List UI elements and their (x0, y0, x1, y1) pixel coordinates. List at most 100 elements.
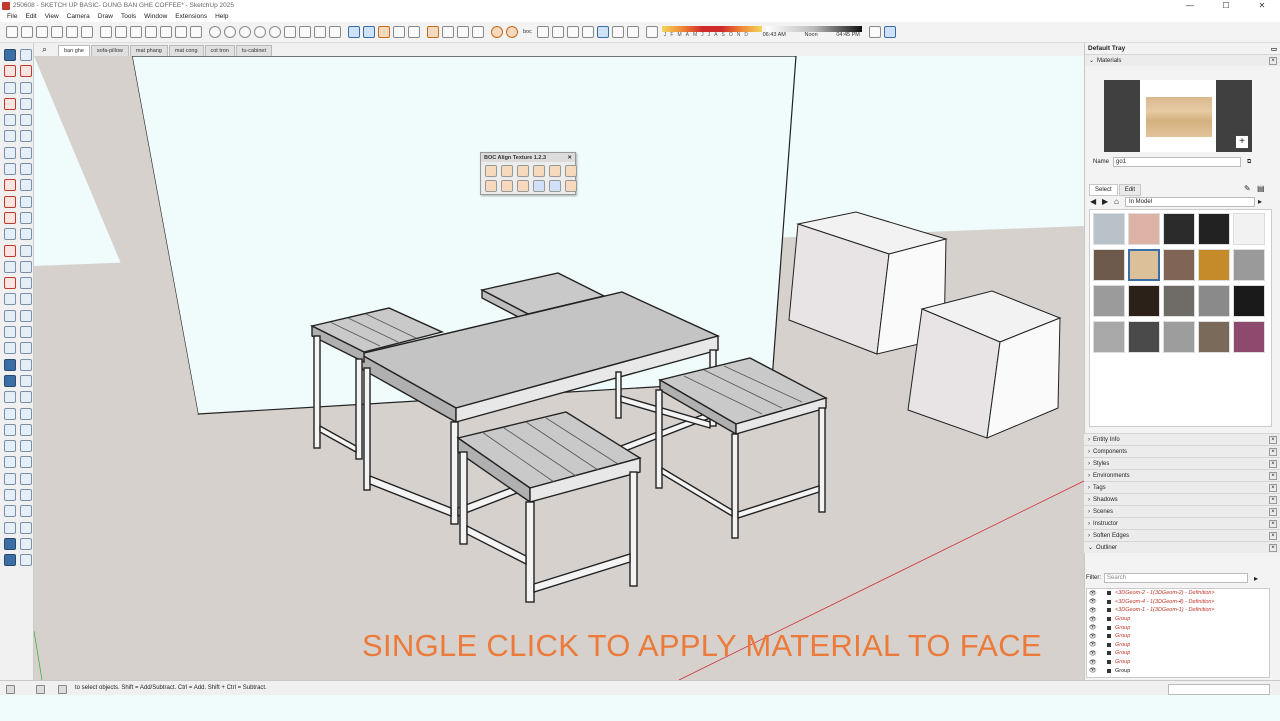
boc-sample-icon[interactable] (533, 180, 545, 192)
lock-icon[interactable] (328, 26, 341, 38)
smoove-icon[interactable] (20, 358, 32, 371)
tab-mat-cong[interactable]: mat cong (168, 45, 204, 56)
right-view-icon[interactable] (159, 26, 172, 38)
material-swatch[interactable] (1163, 285, 1195, 317)
visibility-eye-icon[interactable]: 👁 (1089, 598, 1097, 605)
stamp-icon[interactable] (4, 374, 16, 387)
model-viewport[interactable]: BOC Align Texture 1.2.3 ✕ SINGLE CLICK T… (34, 56, 1084, 680)
tray-pin-icon[interactable]: ▭ (1271, 45, 1277, 53)
zoom-extents-icon[interactable] (20, 309, 32, 322)
scenes-tool-icon[interactable] (20, 456, 32, 469)
section-tags[interactable]: › Tags × (1084, 481, 1280, 493)
arc-tool-icon[interactable] (50, 26, 63, 38)
measurements-box[interactable] (1168, 684, 1270, 695)
section-icon[interactable] (4, 277, 16, 290)
material-swatch[interactable] (1233, 321, 1265, 353)
visibility-eye-icon[interactable]: 👁 (1089, 659, 1097, 666)
tag-icon[interactable] (4, 81, 16, 94)
shadows-tool-icon[interactable] (20, 472, 32, 485)
add-detail-icon[interactable] (4, 391, 16, 404)
solid-subtract-icon[interactable] (223, 26, 236, 38)
pan-icon[interactable] (4, 293, 16, 306)
visibility-eye-icon[interactable]: 👁 (1089, 616, 1097, 623)
lasso-tool-icon[interactable] (20, 26, 33, 38)
outliner-search-input[interactable]: Search (1104, 573, 1248, 583)
material-icon[interactable] (426, 26, 439, 38)
pencil-icon[interactable] (35, 26, 48, 38)
menu-file[interactable]: File (3, 13, 21, 20)
outliner-row[interactable]: 👁 Group (1087, 649, 1269, 658)
menu-view[interactable]: View (41, 13, 63, 20)
visibility-eye-icon[interactable]: 👁 (1089, 624, 1097, 631)
plugin-icon[interactable] (505, 26, 518, 38)
material-swatch[interactable] (1163, 249, 1195, 281)
section-styles[interactable]: › Styles × (1084, 457, 1280, 469)
sample-icon[interactable] (456, 26, 469, 38)
collection-menu-icon[interactable]: ▸ (1258, 197, 1262, 206)
close-icon[interactable]: × (1269, 520, 1277, 528)
visibility-eye-icon[interactable]: 👁 (1089, 667, 1097, 674)
cloud-tool-icon[interactable] (20, 521, 32, 534)
zoom-icon[interactable] (471, 26, 484, 38)
boc-wood-icon[interactable] (485, 180, 497, 192)
section-instructor[interactable]: › Instructor × (1084, 517, 1280, 529)
close-icon[interactable]: × (1269, 496, 1277, 504)
boc-label[interactable]: boc (523, 29, 532, 35)
back-view-icon[interactable] (174, 26, 187, 38)
extension-a-icon[interactable] (4, 537, 16, 550)
paint-icon[interactable] (4, 65, 16, 78)
orbit-icon[interactable] (99, 26, 112, 38)
solid-split-icon[interactable] (268, 26, 281, 38)
hidden-line-icon[interactable] (567, 26, 580, 38)
extension-manager-icon[interactable] (377, 26, 390, 38)
line-icon[interactable] (4, 97, 16, 110)
section-environments[interactable]: › Environments × (1084, 469, 1280, 481)
outliner-row[interactable]: 👁 <3DGeom-4 - 1(3DGeom-4) - Definition> (1087, 598, 1269, 607)
cloud-icon[interactable] (407, 26, 420, 38)
material-swatch[interactable] (1198, 285, 1230, 317)
close-icon[interactable]: × (1269, 460, 1277, 468)
search-icon[interactable]: ⌕ (42, 44, 58, 56)
eraser-icon[interactable] (20, 65, 32, 78)
material-swatch[interactable] (1128, 285, 1160, 317)
menu-tools[interactable]: Tools (117, 13, 140, 20)
offset-tool-icon[interactable] (20, 211, 32, 224)
shaded-icon[interactable] (582, 26, 595, 38)
component-icon[interactable] (4, 423, 16, 436)
monochrome-icon[interactable] (612, 26, 625, 38)
menu-draw[interactable]: Draw (94, 13, 117, 20)
3d-scene[interactable] (34, 56, 1084, 680)
minimize-button[interactable]: — (1172, 0, 1208, 11)
section-plane-tool-icon[interactable] (20, 342, 32, 355)
menu-edit[interactable]: Edit (21, 13, 40, 20)
wireframe-icon[interactable] (552, 26, 565, 38)
geo-location-status-icon[interactable] (6, 685, 15, 694)
scale-icon[interactable] (4, 211, 16, 224)
collection-dropdown[interactable]: In Model (1125, 197, 1255, 207)
material-swatch[interactable] (1198, 213, 1230, 245)
boc-move-icon[interactable] (501, 165, 513, 177)
layers-icon[interactable] (20, 440, 32, 453)
arc-icon[interactable] (4, 146, 16, 159)
boc-scale-icon[interactable] (533, 165, 545, 177)
material-swatch[interactable] (1163, 213, 1195, 245)
pie-icon[interactable] (20, 163, 32, 176)
flip-edge-icon[interactable] (20, 391, 32, 404)
material-swatch[interactable] (1233, 285, 1265, 317)
erase-icon[interactable] (20, 81, 32, 94)
lasso-icon[interactable] (20, 49, 32, 61)
visibility-eye-icon[interactable]: 👁 (1089, 650, 1097, 657)
tab-cot-tron[interactable]: cot tron (204, 45, 235, 56)
outliner-row[interactable]: 👁 Group (1087, 666, 1269, 675)
push-pull-icon[interactable] (20, 179, 32, 192)
close-icon[interactable]: × (1269, 436, 1277, 444)
share-icon[interactable] (20, 407, 32, 420)
menu-window[interactable]: Window (140, 13, 171, 20)
xray-icon[interactable] (537, 26, 550, 38)
create-material-button[interactable]: + (1235, 135, 1249, 149)
tape-measure-icon[interactable] (4, 228, 16, 241)
fog-icon[interactable] (4, 489, 16, 502)
close-icon[interactable]: × (1269, 508, 1277, 516)
follow-me-icon[interactable] (20, 195, 32, 208)
outliner-row[interactable]: 👁 Group (1087, 632, 1269, 641)
